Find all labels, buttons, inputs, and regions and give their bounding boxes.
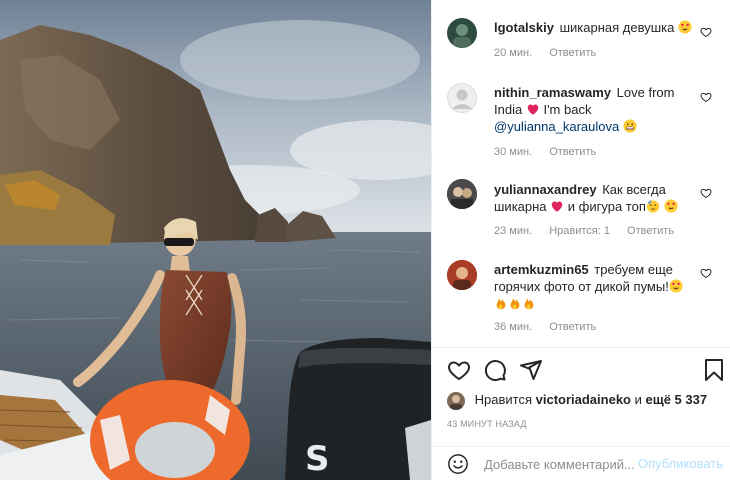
divider	[432, 347, 730, 348]
comments-panel: lgotalskiy шикарная девушка 20 мин. Отве…	[431, 0, 730, 480]
likes-summary: Нравится victoriadaineko и ещё 5 337	[447, 391, 708, 410]
comment-text: yuliannaxandrey Как всегда шикарна и фиг…	[494, 181, 699, 215]
partying-face-emoji-icon	[646, 199, 659, 213]
avatar[interactable]	[447, 179, 477, 209]
liker-username[interactable]: victoriadaineko	[536, 392, 631, 407]
avatar[interactable]	[447, 83, 477, 113]
heart-eyes-emoji-icon	[678, 20, 692, 34]
comment-username[interactable]: lgotalskiy	[494, 20, 554, 35]
fire-emoji-icon	[510, 298, 520, 310]
comment-username[interactable]: artemkuzmin65	[494, 262, 589, 277]
comment-text: artemkuzmin65 требуем еще горячих фото о…	[494, 261, 699, 312]
comment-meta: 36 мин. Ответить	[494, 321, 610, 333]
share-icon[interactable]	[519, 358, 543, 382]
photo-scene: S	[0, 0, 431, 480]
reply-button[interactable]: Ответить	[627, 225, 674, 237]
like-comment-heart-icon[interactable]	[700, 267, 712, 279]
post-comment-button[interactable]: Опубликовать	[638, 456, 723, 471]
heart-eyes-emoji-icon	[663, 199, 678, 213]
reply-button[interactable]: Ответить	[549, 47, 596, 59]
comment-time: 30 мин.	[494, 146, 533, 158]
comment-time: 23 мин.	[494, 225, 533, 237]
fire-emoji-icon	[496, 298, 506, 310]
comment-mention-link[interactable]: @yulianna_karaulova	[494, 119, 619, 134]
motor-brand-letter: S	[305, 439, 330, 479]
post-timestamp[interactable]: 43 минут назад	[447, 419, 527, 429]
fire-emoji-icon	[524, 298, 534, 310]
comment-text: lgotalskiy шикарная девушка	[494, 19, 699, 36]
comment-text: nithin_ramaswamy Love from India I'm bac…	[494, 84, 699, 135]
comment-time: 36 мин.	[494, 321, 533, 333]
avatar[interactable]	[447, 18, 477, 48]
likes-others-count[interactable]: ещё 5 337	[646, 392, 708, 407]
comment-time: 20 мин.	[494, 47, 533, 59]
comment-item: lgotalskiy шикарная девушка 20 мин. Отве…	[432, 15, 730, 65]
comment-message: шикарная девушка	[559, 20, 675, 35]
like-comment-heart-icon[interactable]	[700, 91, 712, 103]
comment-username[interactable]: yuliannaxandrey	[494, 182, 597, 197]
comment-meta: 20 мин. Ответить	[494, 47, 610, 59]
comment-icon[interactable]	[483, 358, 507, 382]
comment-item: artemkuzmin65 требуем еще горячих фото о…	[432, 257, 730, 337]
comment-username[interactable]: nithin_ramaswamy	[494, 85, 611, 100]
heart-eyes-emoji-icon	[669, 279, 683, 293]
likes-prefix: Нравится	[474, 392, 532, 407]
liker-avatar[interactable]	[447, 391, 465, 410]
comment-message-part2: I'm back	[543, 102, 592, 117]
heart-icon[interactable]	[447, 358, 471, 382]
red-heart-emoji-icon	[527, 104, 539, 115]
emoji-picker-icon[interactable]	[447, 453, 469, 475]
red-heart-emoji-icon	[551, 201, 563, 212]
grimacing-emoji-icon	[623, 119, 637, 133]
bookmark-icon[interactable]	[702, 358, 726, 382]
comment-meta: 23 мин. Нравится: 1 Ответить	[494, 225, 688, 237]
avatar[interactable]	[447, 260, 477, 290]
comment-composer: Опубликовать	[432, 447, 730, 480]
post-action-bar	[432, 358, 730, 386]
comment-message-part2: и фигура топ	[567, 199, 646, 214]
post-photo[interactable]: S	[0, 0, 431, 480]
like-comment-heart-icon[interactable]	[700, 26, 712, 38]
comment-meta: 30 мин. Ответить	[494, 146, 610, 158]
reply-button[interactable]: Ответить	[549, 146, 596, 158]
comment-item: yuliannaxandrey Как всегда шикарна и фиг…	[432, 178, 730, 240]
comment-item: nithin_ramaswamy Love from India I'm bac…	[432, 82, 730, 162]
comment-input[interactable]	[484, 455, 644, 473]
likes-connector: и	[634, 392, 642, 407]
comment-like-count[interactable]: Нравится: 1	[549, 225, 610, 237]
like-comment-heart-icon[interactable]	[700, 187, 712, 199]
reply-button[interactable]: Ответить	[549, 321, 596, 333]
